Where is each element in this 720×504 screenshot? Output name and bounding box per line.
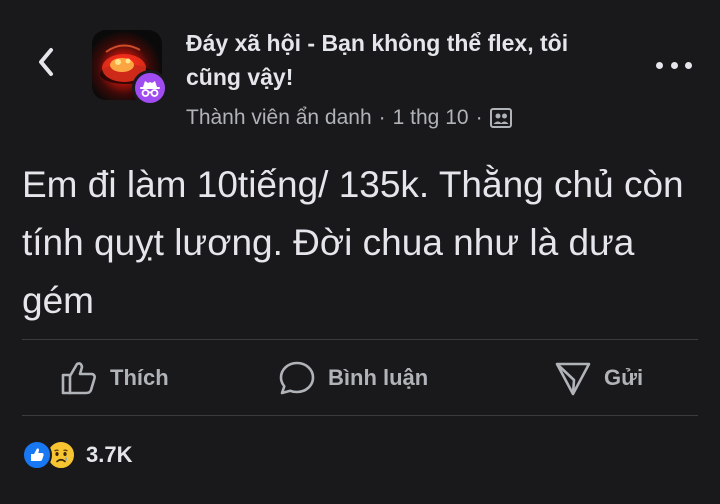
- reaction-count: 3.7K: [86, 442, 133, 467]
- send-icon: [555, 362, 591, 395]
- comment-label: Bình luận: [328, 364, 429, 390]
- comment-bubble-icon: [279, 361, 315, 394]
- post-timestamp[interactable]: 1 thg 10: [393, 106, 469, 130]
- post-body-text: Em đi làm 10tiếng/ 135k. Thằng chủ còn t…: [22, 164, 684, 321]
- meta-separator-2: ·: [475, 106, 483, 129]
- back-button[interactable]: [30, 44, 62, 80]
- more-options-button[interactable]: [656, 58, 692, 72]
- thumbs-up-icon: [61, 361, 96, 394]
- post-action-bar: Thích Bình luận Gửi: [0, 340, 720, 415]
- anonymous-member-badge: [132, 70, 168, 106]
- send-button[interactable]: Gửi: [554, 340, 643, 415]
- group-avatar[interactable]: [92, 30, 168, 106]
- comment-button[interactable]: Bình luận: [278, 340, 428, 415]
- author-name[interactable]: Thành viên ẩn danh: [186, 106, 372, 130]
- meta-separator: ·: [378, 106, 386, 129]
- chevron-left-icon: [39, 48, 53, 76]
- like-button[interactable]: Thích: [60, 340, 169, 415]
- group-name-link[interactable]: Đáy xã hội - Bạn không thể flex, tôi cũn…: [186, 26, 606, 94]
- group-audience-icon: [489, 108, 512, 128]
- send-label: Gửi: [604, 364, 644, 390]
- incognito-icon: [140, 81, 160, 97]
- divider-bottom: [22, 415, 698, 416]
- like-reaction-icon: [22, 440, 52, 470]
- like-label: Thích: [110, 364, 169, 390]
- more-options-icon: [656, 61, 663, 69]
- reactions-summary[interactable]: 3.7K: [22, 438, 132, 472]
- post-meta: Thành viên ẩn danh · 1 thg 10 ·: [186, 103, 512, 133]
